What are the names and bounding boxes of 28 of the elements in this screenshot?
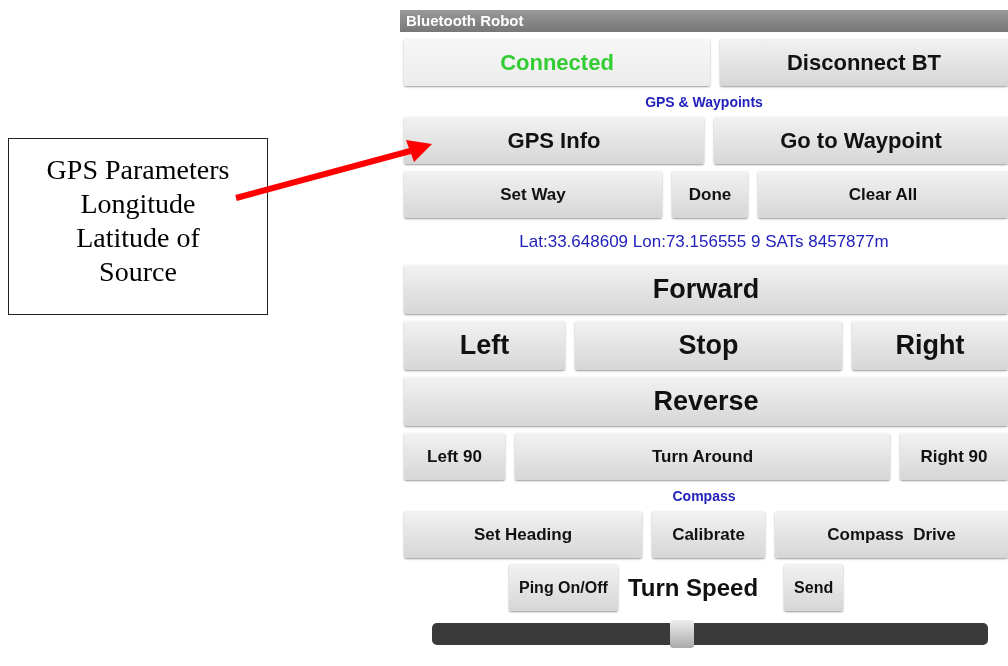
app-title-bar: Bluetooth Robot <box>400 10 1008 32</box>
command-button[interactable]: Left <box>404 321 565 370</box>
command-button[interactable]: Turn Around <box>515 433 890 480</box>
arrow-icon <box>234 140 434 202</box>
command-button[interactable]: Forward <box>404 265 1008 314</box>
command-button[interactable]: GPS Info <box>404 117 704 164</box>
command-button[interactable]: Set Heading <box>404 511 642 558</box>
command-button[interactable]: Done <box>672 171 748 218</box>
turn-speed-label: Turn Speed <box>627 573 759 602</box>
ping-toggle-button[interactable]: Ping On/Off <box>509 564 618 611</box>
command-button[interactable]: Reverse <box>404 377 1008 426</box>
command-button[interactable]: Compass Drive <box>775 511 1008 558</box>
command-button[interactable]: Right <box>852 321 1008 370</box>
command-button[interactable]: Right 90 <box>900 433 1008 480</box>
gps-info-text: Lat:33.648609 Lon:73.156555 9 SATs 8457877m <box>519 232 889 251</box>
command-button[interactable]: Disconnect BT <box>720 39 1008 86</box>
send-button[interactable]: Send <box>784 564 844 611</box>
command-button[interactable]: Stop <box>575 321 842 370</box>
command-button[interactable]: Clear All <box>758 171 1008 218</box>
section-heading: GPS & Waypoints <box>645 94 763 110</box>
speed-slider[interactable] <box>432 623 988 645</box>
command-button[interactable]: Calibrate <box>652 511 765 558</box>
command-button[interactable]: Set Way <box>404 171 662 218</box>
section-heading: Compass <box>672 488 736 504</box>
callout-text: GPS Parameters Longitude Latitude of Source <box>8 138 268 315</box>
slider-thumb[interactable] <box>670 620 695 648</box>
command-button[interactable]: Go to Waypoint <box>714 117 1008 164</box>
command-button[interactable]: Left 90 <box>404 433 505 480</box>
